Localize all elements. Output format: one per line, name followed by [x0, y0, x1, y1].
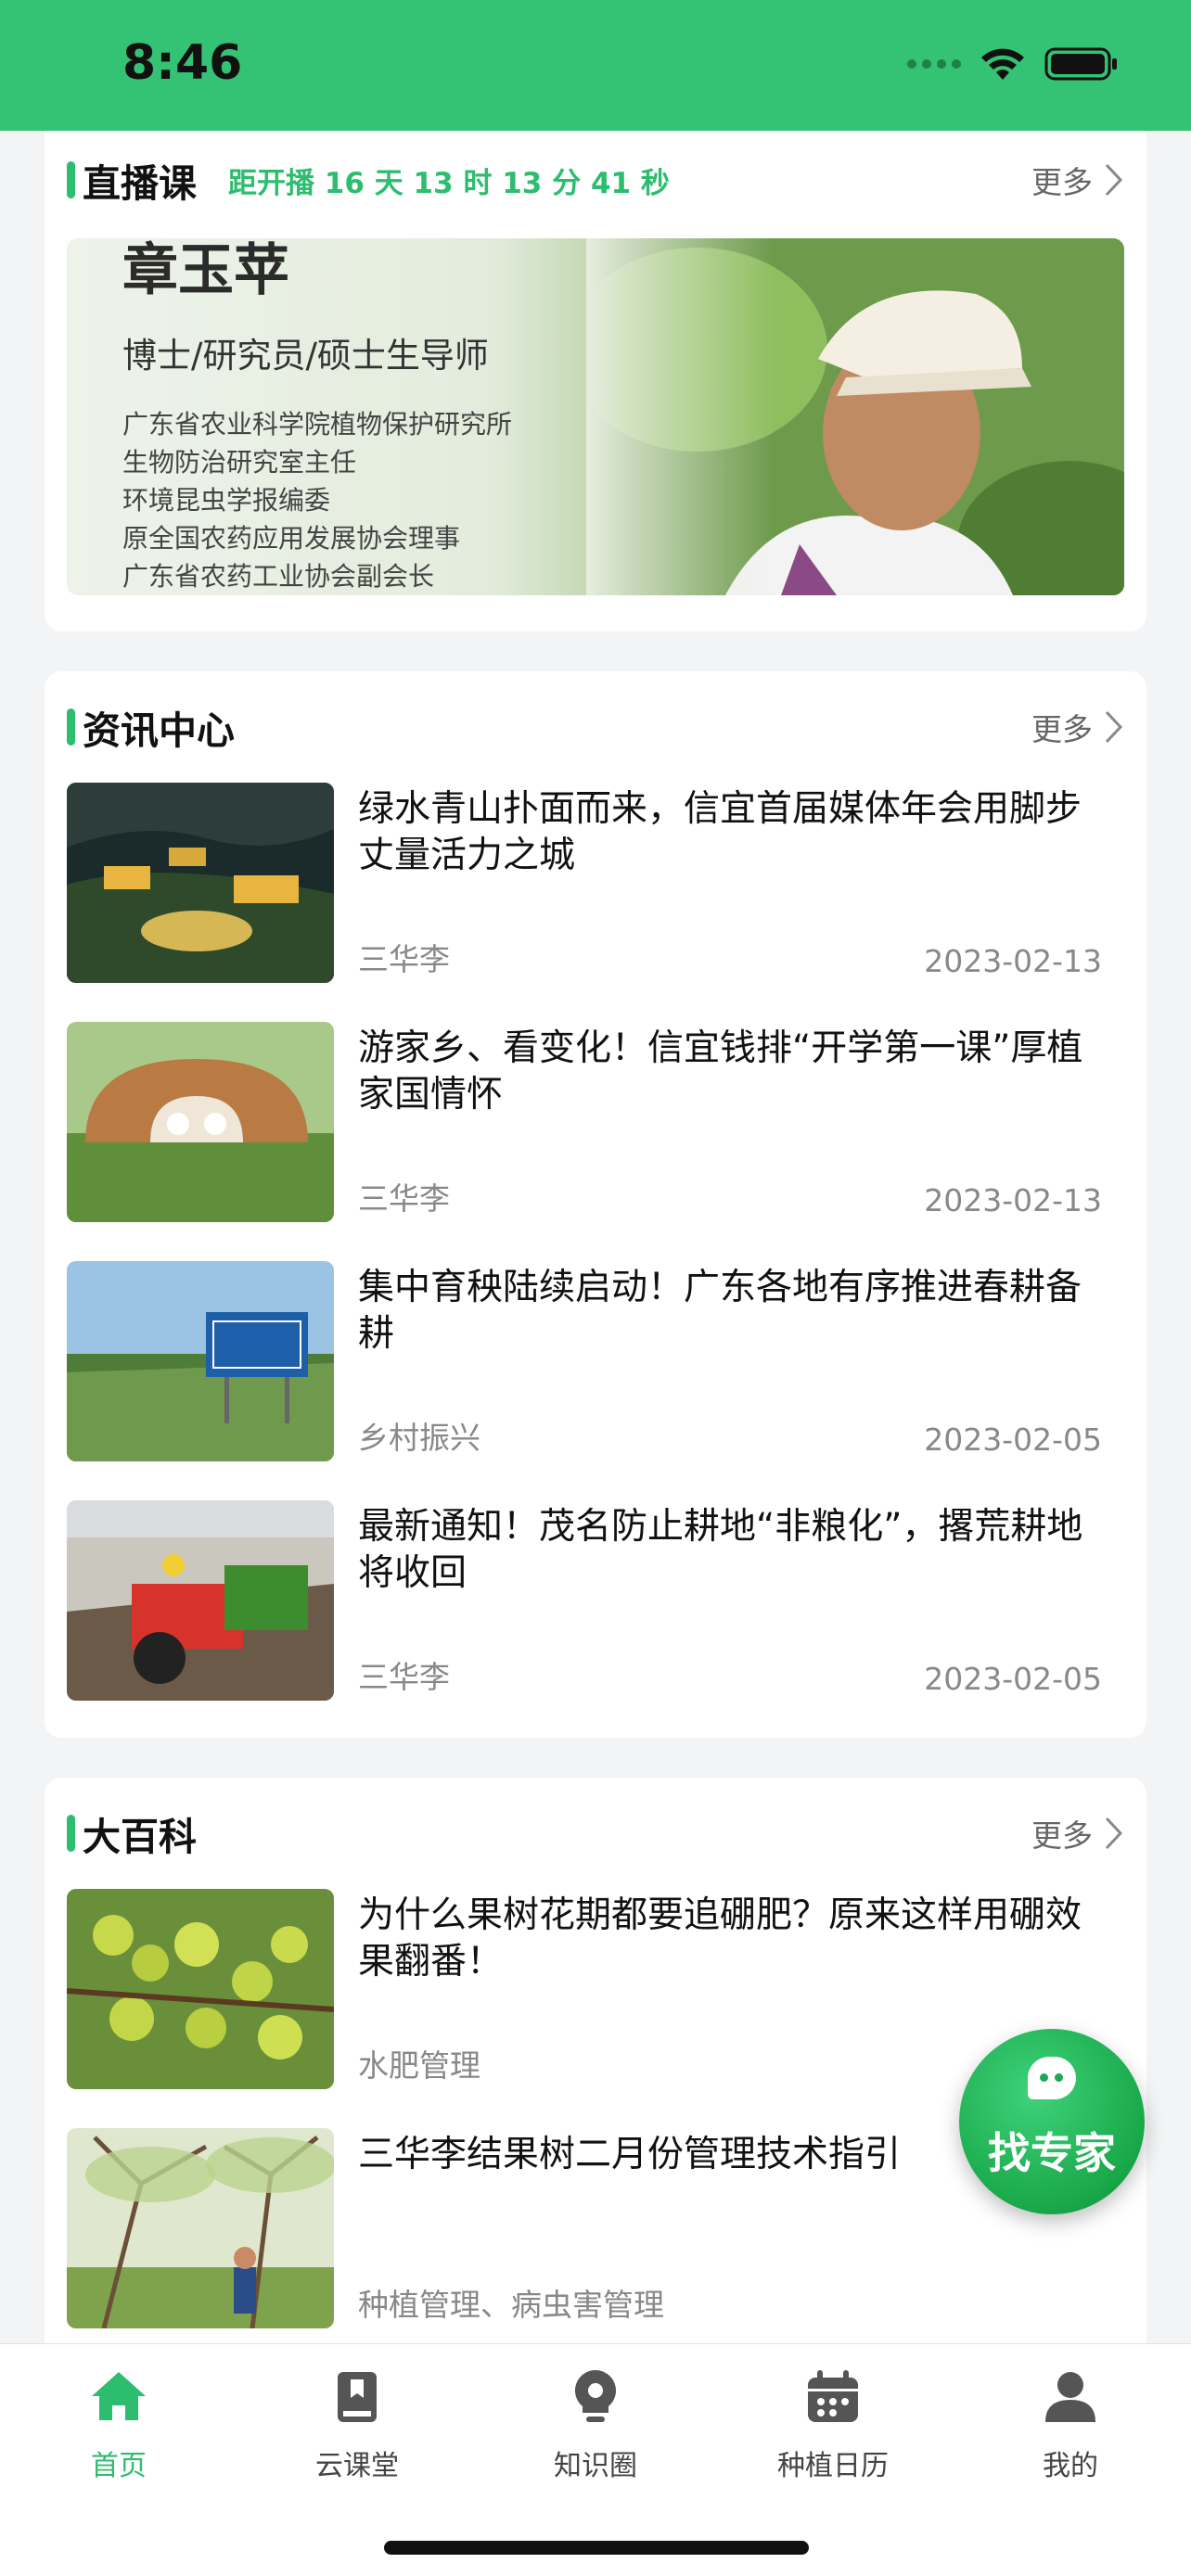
news-title: 最新通知！茂名防止耕地“非粮化”，撂荒耕地将收回	[358, 1506, 1083, 1594]
banner-text: 章玉苹 博士/研究员/硕士生导师 广东省农业科学院植物保护研究所 生物防治研究室…	[122, 238, 512, 595]
encyclopedia-list-item[interactable]: 为什么果树花期都要追硼肥？原来这样用硼效果翻番！ 水肥管理	[67, 1889, 1124, 2089]
book-icon	[338, 2372, 377, 2422]
live-countdown: 距开播 16 天 13 时 13 分 41 秒	[228, 166, 670, 200]
news-date: 2023-02-05	[924, 1661, 1102, 1697]
encyclopedia-more-link[interactable]: 更多	[1031, 1811, 1124, 1855]
news-thumbnail	[67, 1261, 334, 1461]
live-banner[interactable]: 章玉苹 博士/研究员/硕士生导师 广东省农业科学院植物保护研究所 生物防治研究室…	[67, 238, 1124, 595]
tab-label: 我的	[1043, 2450, 1098, 2482]
expert-credential: 环境昆虫学报编委	[122, 485, 331, 516]
bulb-icon	[574, 2370, 617, 2422]
encyclopedia-section-title: 大百科	[83, 1815, 197, 1859]
news-thumbnail	[67, 1022, 334, 1222]
status-time: 8:46	[122, 35, 243, 91]
wifi-icon	[981, 48, 1024, 80]
news-title: 集中育秧陆续启动！广东各地有序推进春耕备耕	[358, 1267, 1082, 1355]
status-icons	[907, 46, 1119, 82]
expert-title: 博士/研究员/硕士生导师	[122, 336, 489, 376]
news-source: 三华李	[358, 941, 450, 977]
expert-photo	[586, 238, 1124, 595]
tab-mine[interactable]: 我的	[987, 2366, 1154, 2483]
chevron-right-icon	[1105, 1817, 1123, 1850]
user-icon	[1045, 2372, 1095, 2422]
encyclopedia-thumbnail	[67, 1889, 334, 2089]
live-more-link[interactable]: 更多	[1031, 158, 1124, 202]
tab-label: 首页	[91, 2450, 147, 2482]
tab-cloud-class[interactable]: 云课堂	[274, 2366, 441, 2483]
news-date: 2023-02-13	[924, 1182, 1102, 1218]
news-list-item[interactable]: 集中育秧陆续启动！广东各地有序推进春耕备耕 乡村振兴 2023-02-05	[67, 1261, 1124, 1461]
news-thumbnail	[67, 1500, 334, 1701]
news-more-link[interactable]: 更多	[1031, 705, 1124, 749]
expert-name: 章玉苹	[122, 238, 289, 303]
news-center-card: 资讯中心 更多 绿水青山扑面而来，信宜首届媒体年会用脚步丈量活力之城 三华李 2…	[45, 671, 1146, 1738]
news-title: 绿水青山扑面而来，信宜首届媒体年会用脚步丈量活力之城	[358, 788, 1082, 876]
encyclopedia-title: 为什么果树花期都要追硼肥？原来这样用硼效果翻番！	[358, 1894, 1082, 1983]
encyclopedia-tags: 种植管理、病虫害管理	[358, 2287, 664, 2323]
encyclopedia-thumbnail	[67, 2128, 334, 2328]
more-label: 更多	[1031, 711, 1093, 747]
tab-label: 种植日历	[777, 2450, 889, 2482]
news-section-title: 资讯中心	[83, 708, 235, 753]
news-source: 乡村振兴	[358, 1420, 480, 1456]
tab-planting-calendar[interactable]: 种植日历	[749, 2366, 916, 2483]
live-section-title: 直播课	[83, 161, 197, 206]
expert-credential: 广东省农业科学院植物保护研究所	[122, 409, 513, 440]
more-label: 更多	[1031, 1817, 1093, 1854]
expert-credential: 广东省农药工业协会副会长	[122, 561, 435, 592]
tab-knowledge[interactable]: 知识圈	[512, 2366, 679, 2483]
news-source: 三华李	[358, 1180, 450, 1217]
news-list-item[interactable]: 最新通知！茂名防止耕地“非粮化”，撂荒耕地将收回 三华李 2023-02-05	[67, 1500, 1124, 1701]
tab-home[interactable]: 首页	[35, 2366, 202, 2483]
home-icon	[92, 2372, 146, 2420]
news-section-header: 资讯中心 更多	[67, 699, 1124, 755]
tab-label: 知识圈	[554, 2450, 637, 2482]
home-indicator	[384, 2541, 809, 2555]
find-expert-button[interactable]: 找专家	[959, 2029, 1145, 2214]
live-course-card: 直播课 距开播 16 天 13 时 13 分 41 秒 更多 章玉苹 博士/研究…	[45, 131, 1146, 631]
expert-credential: 生物防治研究室主任	[122, 447, 357, 478]
news-date: 2023-02-05	[924, 1422, 1102, 1458]
section-accent-bar	[67, 1815, 75, 1852]
encyclopedia-section-header: 大百科 更多	[67, 1805, 1124, 1861]
encyclopedia-tags: 水肥管理	[358, 2047, 480, 2084]
chat-bubble-icon	[1028, 2057, 1076, 2099]
tab-label: 云课堂	[315, 2450, 399, 2482]
news-list-item[interactable]: 绿水青山扑面而来，信宜首届媒体年会用脚步丈量活力之城 三华李 2023-02-1…	[67, 783, 1124, 983]
section-accent-bar	[67, 708, 75, 746]
live-section-header: 直播课 距开播 16 天 13 时 13 分 41 秒 更多	[67, 152, 1124, 208]
calendar-icon	[808, 2370, 858, 2422]
section-accent-bar	[67, 161, 75, 198]
news-thumbnail	[67, 783, 334, 983]
cellular-signal-icon	[907, 59, 961, 69]
expert-credential: 原全国农药应用发展协会理事	[122, 523, 461, 554]
news-source: 三华李	[358, 1659, 450, 1695]
more-label: 更多	[1031, 164, 1093, 200]
news-title: 游家乡、看变化！信宜钱排“开学第一课”厚植家国情怀	[358, 1027, 1083, 1116]
status-bar: 8:46	[0, 0, 1191, 131]
chevron-right-icon	[1105, 163, 1123, 197]
find-expert-label: 找专家	[988, 2128, 1116, 2178]
news-list-item[interactable]: 游家乡、看变化！信宜钱排“开学第一课”厚植家国情怀 三华李 2023-02-13	[67, 1022, 1124, 1222]
battery-icon	[1044, 47, 1117, 81]
news-date: 2023-02-13	[924, 943, 1102, 979]
chevron-right-icon	[1105, 710, 1123, 744]
